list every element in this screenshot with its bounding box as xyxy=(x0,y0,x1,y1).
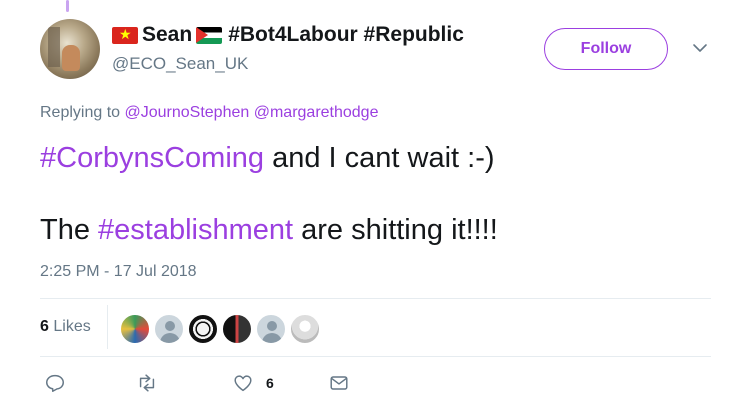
liker-avatar[interactable] xyxy=(256,314,286,344)
heart-icon xyxy=(234,375,252,392)
tweet-text: #CorbynsComing and I cant wait :-) The #… xyxy=(40,140,720,248)
hashtag-link[interactable]: #establishment xyxy=(98,214,293,246)
likes-stat[interactable]: 6 Likes xyxy=(40,318,91,336)
chevron-down-icon[interactable] xyxy=(690,38,710,58)
tweet-timestamp[interactable]: 2:25 PM - 17 Jul 2018 xyxy=(40,263,197,281)
liker-avatar[interactable] xyxy=(222,314,252,344)
divider xyxy=(40,356,711,357)
envelope-icon xyxy=(330,376,348,390)
likes-count: 6 xyxy=(40,318,49,335)
liker-avatar[interactable] xyxy=(154,314,184,344)
tweet-line-2: The #establishment are shitting it!!!! xyxy=(40,212,720,248)
like-count: 6 xyxy=(266,375,274,391)
vietnam-flag-icon xyxy=(112,26,138,44)
display-name[interactable]: Sean #Bot4Labour #Republic xyxy=(112,22,464,48)
replying-to: Replying to @JournoStephen @margarethodg… xyxy=(40,104,378,122)
stat-separator xyxy=(107,305,108,349)
display-name-suffix: #Bot4Labour #Republic xyxy=(228,23,464,46)
tweet-line-1: #CorbynsComing and I cant wait :-) xyxy=(40,140,720,176)
tweet-text-segment: and I cant wait :-) xyxy=(264,142,495,174)
author-block: Sean #Bot4Labour #Republic @ECO_Sean_UK xyxy=(112,22,464,74)
thread-connector xyxy=(66,0,69,12)
reply-button[interactable] xyxy=(44,372,66,394)
hashtag-link[interactable]: #CorbynsComing xyxy=(40,142,264,174)
likers-avatars xyxy=(120,314,324,344)
user-handle[interactable]: @ECO_Sean_UK xyxy=(112,54,464,74)
retweet-button[interactable] xyxy=(136,372,158,394)
replying-prefix: Replying to xyxy=(40,104,121,121)
retweet-icon xyxy=(139,374,155,392)
like-button[interactable]: 6 xyxy=(232,372,274,394)
likes-label: Likes xyxy=(53,318,91,335)
direct-message-button[interactable] xyxy=(328,372,350,394)
tweet-text-segment: are shitting it!!!! xyxy=(293,214,498,246)
avatar[interactable] xyxy=(40,19,100,79)
tweet-text-segment: The xyxy=(40,214,99,246)
replying-mentions[interactable]: @JournoStephen @margarethodge xyxy=(125,104,379,121)
liker-avatar[interactable] xyxy=(290,314,320,344)
display-name-text: Sean xyxy=(142,23,193,46)
reply-icon xyxy=(46,374,64,392)
liker-avatar[interactable] xyxy=(120,314,150,344)
palestine-flag-icon xyxy=(196,26,223,44)
liker-avatar[interactable] xyxy=(188,314,218,344)
divider xyxy=(40,298,711,299)
follow-button[interactable]: Follow xyxy=(544,28,668,70)
